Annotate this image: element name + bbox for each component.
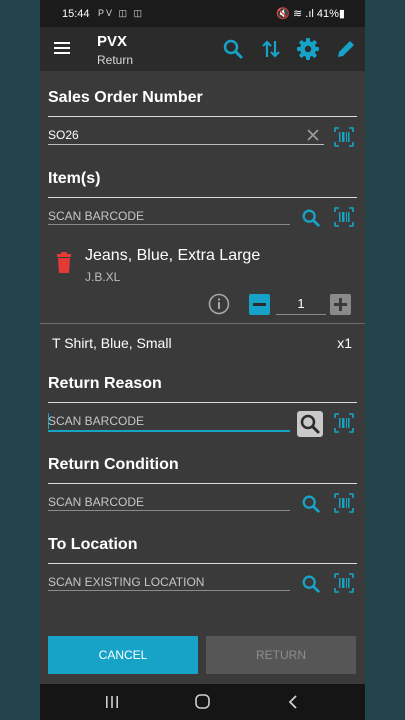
quantity-input[interactable]: 1 bbox=[276, 296, 326, 311]
menu-icon[interactable] bbox=[54, 42, 70, 54]
sort-icon[interactable] bbox=[259, 37, 283, 61]
search-icon[interactable] bbox=[300, 493, 322, 515]
item-divider bbox=[40, 323, 365, 324]
phone-screen: 15:44 PV ◫ ◫ 🔇 ≋ .ıl 41%▮ PVX Return Sal… bbox=[40, 0, 365, 720]
section-divider bbox=[48, 563, 357, 564]
return-reason-underline bbox=[48, 430, 290, 432]
barcode-icon[interactable] bbox=[334, 207, 354, 227]
barcode-icon[interactable] bbox=[334, 573, 354, 593]
app-title: PVX bbox=[97, 33, 128, 50]
return-condition-label: Return Condition bbox=[48, 456, 179, 473]
increment-button[interactable] bbox=[330, 294, 351, 315]
info-icon[interactable] bbox=[208, 293, 230, 315]
section-divider bbox=[48, 402, 357, 403]
search-icon[interactable] bbox=[300, 573, 322, 595]
status-time: 15:44 bbox=[62, 8, 90, 20]
summary-item-qty: x1 bbox=[337, 335, 352, 351]
item-sku: J.B.XL bbox=[85, 270, 121, 284]
item-name: Jeans, Blue, Extra Large bbox=[85, 247, 261, 264]
app-bar: PVX Return bbox=[40, 27, 365, 71]
sales-order-input[interactable]: SO26 bbox=[48, 128, 79, 142]
return-condition-input[interactable]: SCAN BARCODE bbox=[48, 495, 144, 509]
status-bar: 15:44 PV ◫ ◫ 🔇 ≋ .ıl 41%▮ bbox=[40, 0, 365, 27]
to-location-input[interactable]: SCAN EXISTING LOCATION bbox=[48, 575, 204, 589]
app-subtitle: Return bbox=[97, 53, 134, 67]
recent-apps-icon[interactable] bbox=[104, 694, 120, 710]
quantity-underline bbox=[276, 314, 326, 315]
gear-icon[interactable] bbox=[296, 37, 320, 61]
sales-order-label: Sales Order Number bbox=[48, 89, 203, 106]
edit-icon[interactable] bbox=[334, 37, 358, 61]
search-icon[interactable] bbox=[221, 37, 245, 61]
sales-order-underline bbox=[48, 144, 324, 145]
decrement-button[interactable] bbox=[249, 294, 270, 315]
barcode-icon[interactable] bbox=[334, 413, 354, 433]
section-divider bbox=[48, 483, 357, 484]
home-icon[interactable] bbox=[194, 693, 211, 710]
search-icon[interactable] bbox=[297, 411, 323, 437]
return-reason-input[interactable]: SCAN BARCODE bbox=[48, 414, 144, 428]
notification-icons: PV ◫ ◫ bbox=[98, 8, 145, 18]
to-location-underline bbox=[48, 590, 290, 591]
barcode-icon[interactable] bbox=[334, 493, 354, 513]
trash-icon[interactable] bbox=[55, 252, 73, 274]
section-divider bbox=[48, 116, 357, 117]
return-reason-label: Return Reason bbox=[48, 375, 162, 392]
to-location-label: To Location bbox=[48, 536, 138, 553]
return-condition-underline bbox=[48, 510, 290, 511]
items-label: Item(s) bbox=[48, 170, 101, 187]
system-nav-bar bbox=[40, 684, 365, 720]
search-icon[interactable] bbox=[300, 207, 322, 229]
back-icon[interactable] bbox=[286, 694, 300, 710]
cancel-button[interactable]: CANCEL bbox=[48, 636, 198, 674]
section-divider bbox=[48, 197, 357, 198]
clear-icon[interactable] bbox=[306, 128, 320, 142]
items-barcode-input[interactable]: SCAN BARCODE bbox=[48, 209, 144, 223]
barcode-icon[interactable] bbox=[334, 127, 354, 147]
return-button[interactable]: RETURN bbox=[206, 636, 356, 674]
summary-item-name: T Shirt, Blue, Small bbox=[52, 335, 172, 351]
status-right: 🔇 ≋ .ıl 41%▮ bbox=[276, 8, 345, 20]
items-barcode-underline bbox=[48, 224, 290, 225]
